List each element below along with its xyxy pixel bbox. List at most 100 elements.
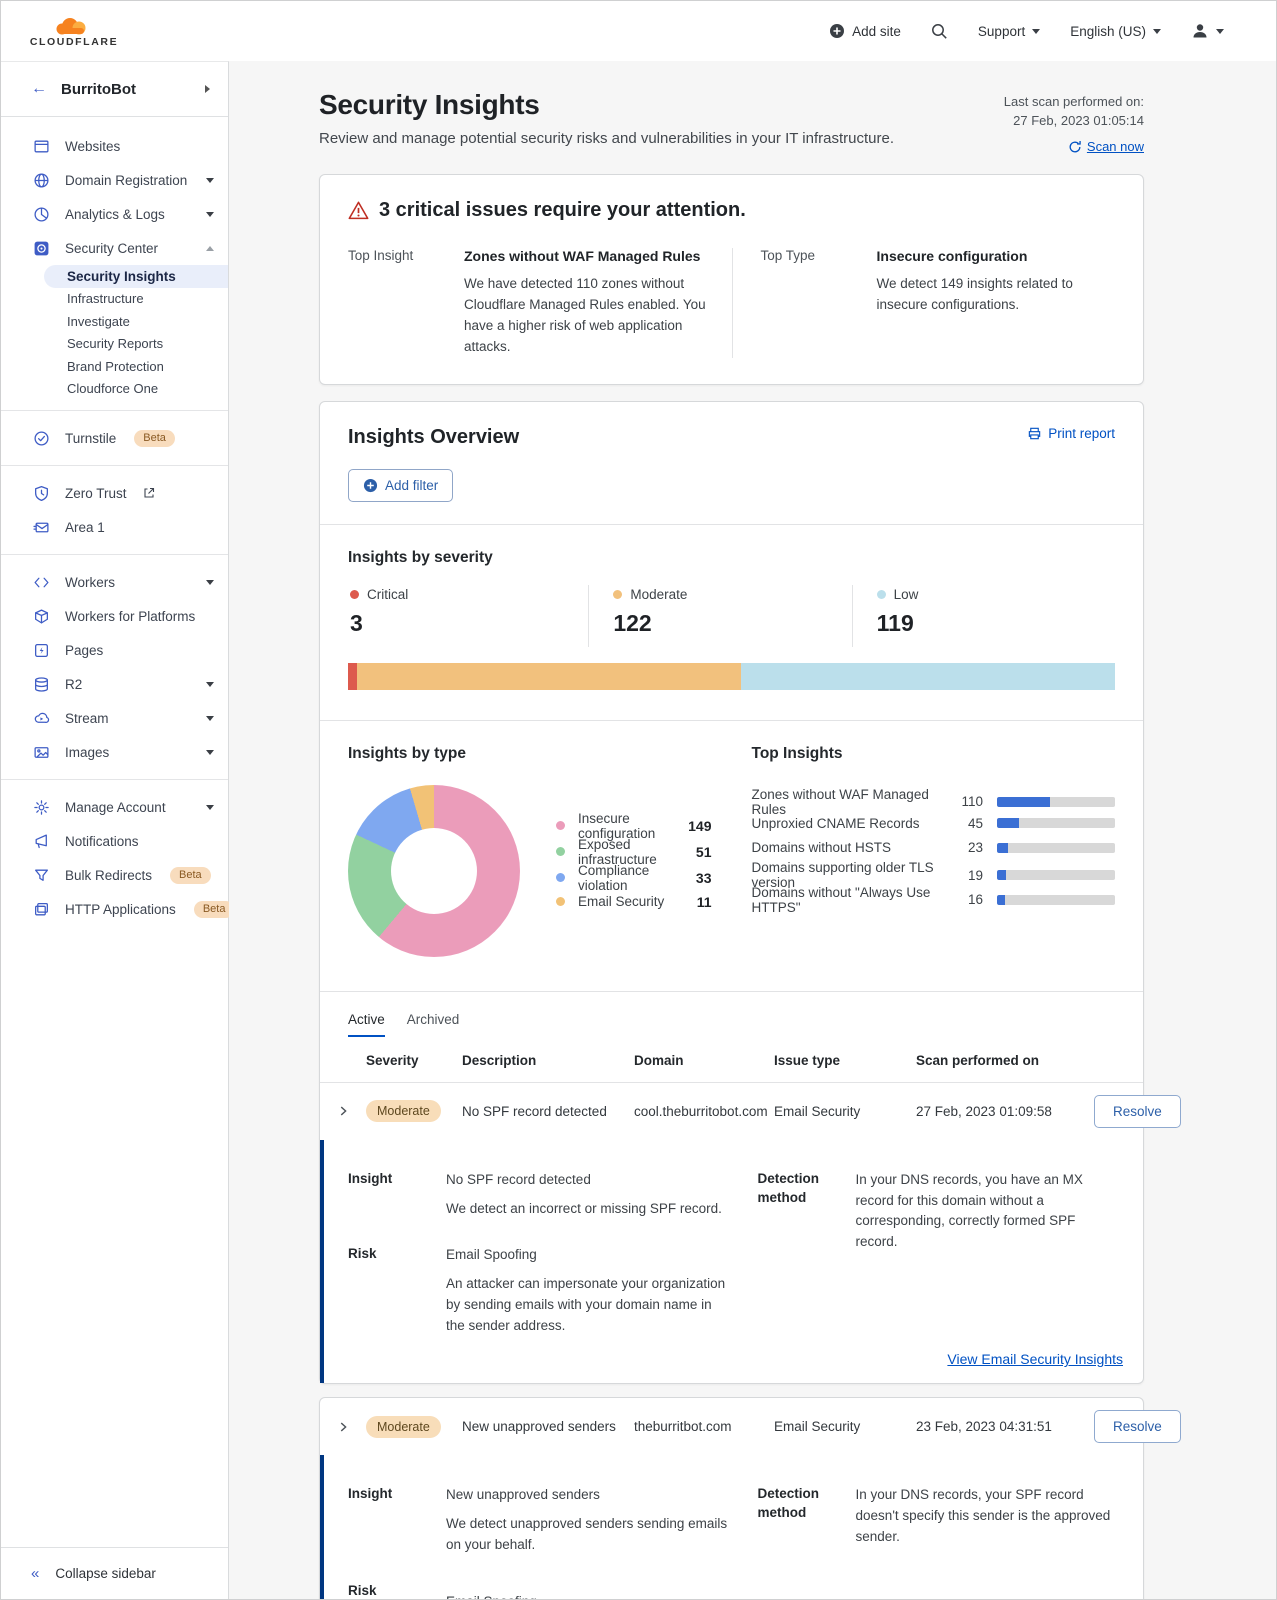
row-detail-panel: Insight No SPF record detected We detect… (320, 1140, 1143, 1384)
top-insights-section: Top Insights Zones without WAF Managed R… (752, 745, 1116, 957)
sidebar-item-pages[interactable]: Pages (1, 633, 228, 667)
table-row[interactable]: Moderate No SPF record detected cool.the… (320, 1082, 1143, 1140)
critical-issues-card: 3 critical issues require your attention… (319, 174, 1144, 385)
turnstile-icon (33, 429, 51, 447)
sidebar-item-workers[interactable]: Workers (1, 565, 228, 599)
chevron-down-icon (1216, 29, 1224, 34)
severity-badge: Moderate (366, 1100, 441, 1122)
support-menu[interactable]: Support (978, 24, 1040, 39)
sidebar-item-stream[interactable]: Stream (1, 701, 228, 735)
app-window: CLOUDFLARE Add site Support English (US) (0, 0, 1277, 1600)
cloudflare-logo[interactable]: CLOUDFLARE (31, 14, 117, 48)
legend-label: Email Security (578, 894, 670, 909)
sidebar-item-label: Websites (65, 139, 214, 154)
sidebar-item-security-insights[interactable]: Security Insights (44, 265, 228, 288)
sidebar-item-zero-trust[interactable]: Zero Trust (1, 476, 228, 510)
sidebar-item-investigate[interactable]: Investigate (1, 310, 228, 333)
search-icon[interactable] (931, 23, 948, 40)
funnel-icon (33, 866, 51, 884)
sidebar-item-label: Stream (65, 711, 192, 726)
sidebar-item-images[interactable]: Images (1, 735, 228, 769)
scan-now-link[interactable]: Scan now (1068, 138, 1144, 157)
mini-bar (997, 895, 1115, 905)
chevron-down-icon (206, 750, 214, 755)
divider (1, 779, 228, 780)
resolve-button[interactable]: Resolve (1094, 1095, 1181, 1128)
user-icon (1191, 22, 1209, 40)
plus-circle-icon (829, 23, 845, 39)
chevron-down-icon (206, 178, 214, 183)
expand-chevron-icon[interactable] (336, 1104, 350, 1118)
database-icon (33, 675, 51, 693)
tab-active[interactable]: Active (348, 1012, 385, 1037)
severity-stacked-bar (348, 663, 1115, 690)
sidebar-item-brand-protection[interactable]: Brand Protection (1, 355, 228, 378)
row-scan-date: 27 Feb, 2023 01:09:58 (916, 1104, 1094, 1119)
legend-value: 149 (676, 818, 712, 834)
shield-icon (33, 484, 51, 502)
collapse-sidebar-button[interactable]: « Collapse sidebar (1, 1547, 228, 1599)
refresh-icon (1068, 140, 1082, 154)
sidebar-item-label: Zero Trust (65, 486, 127, 501)
top-insight-label: Zones without WAF Managed Rules (752, 787, 936, 817)
account-switcher[interactable]: ← BurritoBot (1, 62, 228, 117)
language-menu[interactable]: English (US) (1070, 24, 1161, 39)
risk-label: Risk (348, 1245, 426, 1337)
row-domain: theburritbot.com (634, 1419, 774, 1434)
critical-count: 3 (350, 610, 588, 637)
top-insight-label: Unproxied CNAME Records (752, 816, 936, 831)
sidebar-item-notifications[interactable]: Notifications (1, 824, 228, 858)
view-email-security-insights-link[interactable]: View Email Security Insights (947, 1351, 1123, 1367)
low-dot (877, 590, 886, 599)
sidebar-item-turnstile[interactable]: Turnstile Beta (1, 421, 228, 455)
low-count: 119 (877, 610, 1115, 637)
sidebar-item-http-applications[interactable]: HTTP Applications Beta (1, 892, 228, 926)
table-row[interactable]: Moderate New unapproved senders theburri… (320, 1398, 1143, 1455)
resolve-button[interactable]: Resolve (1094, 1410, 1181, 1443)
legend-dot (556, 897, 565, 906)
sidebar-item-bulk-redirects[interactable]: Bulk Redirects Beta (1, 858, 228, 892)
chevron-down-icon (206, 805, 214, 810)
chevron-down-icon (1153, 29, 1161, 34)
sidebar-item-r2[interactable]: R2 (1, 667, 228, 701)
legend-value: 11 (676, 894, 712, 910)
sidebar-item-security-reports[interactable]: Security Reports (1, 333, 228, 356)
top-type-title: Insecure configuration (877, 248, 1116, 264)
external-link-icon (143, 487, 155, 499)
divider (1, 410, 228, 411)
add-filter-button[interactable]: Add filter (348, 469, 453, 502)
insight-title: New unapproved senders (446, 1485, 728, 1506)
sidebar-item-analytics-logs[interactable]: Analytics & Logs (1, 197, 228, 231)
col-scan-performed: Scan performed on (916, 1053, 1094, 1068)
print-report-link[interactable]: Print report (1027, 426, 1115, 441)
sidebar-item-manage-account[interactable]: Manage Account (1, 790, 228, 824)
chevron-up-icon (206, 246, 214, 251)
sidebar-item-cloudforce-one[interactable]: Cloudforce One (1, 378, 228, 401)
sidebar-item-label: Notifications (65, 834, 214, 849)
severity-stat-low: Low 119 (852, 585, 1115, 647)
plus-circle-icon (363, 478, 378, 493)
critical-dot (350, 590, 359, 599)
add-site-button[interactable]: Add site (829, 23, 901, 39)
package-icon (33, 607, 51, 625)
sidebar-item-area-1[interactable]: Area 1 (1, 510, 228, 544)
mini-bar (997, 843, 1115, 853)
scan-now-label: Scan now (1087, 138, 1144, 157)
table-header-row: Severity Description Domain Issue type S… (320, 1037, 1143, 1082)
expand-chevron-icon[interactable] (336, 1420, 350, 1434)
back-arrow-icon[interactable]: ← (31, 80, 47, 98)
top-insight-value: 23 (949, 840, 983, 855)
account-menu[interactable] (1191, 22, 1224, 40)
moderate-label: Moderate (630, 587, 687, 602)
image-icon (33, 743, 51, 761)
top-insight-label: Domains without HSTS (752, 840, 936, 855)
severity-section-title: Insights by severity (348, 549, 1115, 567)
tab-archived[interactable]: Archived (407, 1012, 460, 1037)
sidebar-item-infrastructure[interactable]: Infrastructure (1, 288, 228, 311)
sidebar-item-workers-for-platforms[interactable]: Workers for Platforms (1, 599, 228, 633)
sidebar-item-websites[interactable]: Websites (1, 129, 228, 163)
sidebar-item-security-center[interactable]: Security Center (1, 231, 228, 265)
severity-stat-critical: Critical 3 (348, 585, 588, 647)
legend-item: Exposed infrastructure51 (556, 837, 712, 863)
sidebar-item-domain-registration[interactable]: Domain Registration (1, 163, 228, 197)
